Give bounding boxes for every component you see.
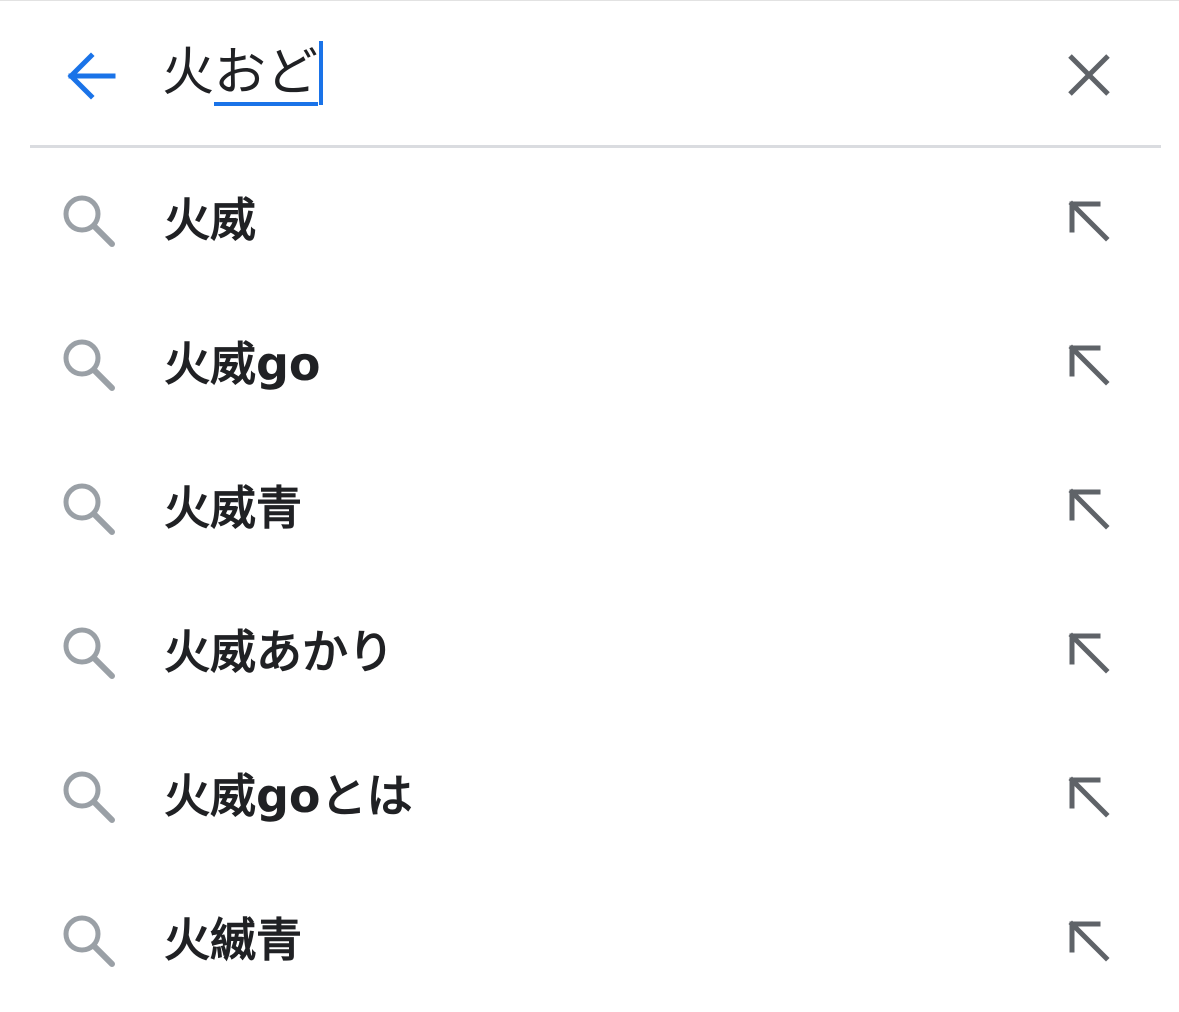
- search-icon: [63, 195, 115, 247]
- arrow-up-left-icon[interactable]: [1062, 914, 1116, 968]
- close-icon: [1068, 54, 1110, 96]
- suggestion-list: 火威 火威go 火威青 火威あかり 火威goとは 火縅青: [0, 148, 1179, 1012]
- search-input[interactable]: 火 おど: [162, 40, 324, 106]
- arrow-back-icon: [67, 52, 116, 100]
- suggestion-item[interactable]: 火威: [0, 148, 1179, 292]
- clear-button[interactable]: [1058, 44, 1120, 106]
- search-icon: [63, 483, 115, 535]
- arrow-up-left-icon[interactable]: [1062, 338, 1116, 392]
- suggestion-text: 火威: [164, 193, 256, 247]
- search-query-composing: おど: [214, 44, 319, 106]
- suggestion-item[interactable]: 火威青: [0, 436, 1179, 580]
- suggestion-text: 火威goとは: [164, 769, 413, 823]
- arrow-up-left-icon[interactable]: [1062, 626, 1116, 680]
- search-query-committed: 火: [162, 43, 215, 103]
- suggestion-text: 火縅青: [164, 913, 302, 967]
- arrow-up-left-icon[interactable]: [1062, 770, 1116, 824]
- suggestion-item[interactable]: 火威go: [0, 292, 1179, 436]
- search-icon: [63, 627, 115, 679]
- suggestion-text: 火威あかり: [164, 625, 394, 679]
- suggestion-text: 火威go: [164, 337, 321, 391]
- search-icon: [63, 771, 115, 823]
- suggestion-text: 火威青: [164, 481, 302, 535]
- arrow-up-left-icon[interactable]: [1062, 194, 1116, 248]
- search-icon: [63, 339, 115, 391]
- suggestion-item[interactable]: 火縅青: [0, 868, 1179, 1012]
- suggestion-item[interactable]: 火威goとは: [0, 724, 1179, 868]
- search-bar: 火 おど: [0, 0, 1179, 146]
- suggestion-item[interactable]: 火威あかり: [0, 580, 1179, 724]
- back-button[interactable]: [58, 44, 122, 108]
- arrow-up-left-icon[interactable]: [1062, 482, 1116, 536]
- search-icon: [63, 915, 115, 967]
- text-caret: [319, 41, 324, 105]
